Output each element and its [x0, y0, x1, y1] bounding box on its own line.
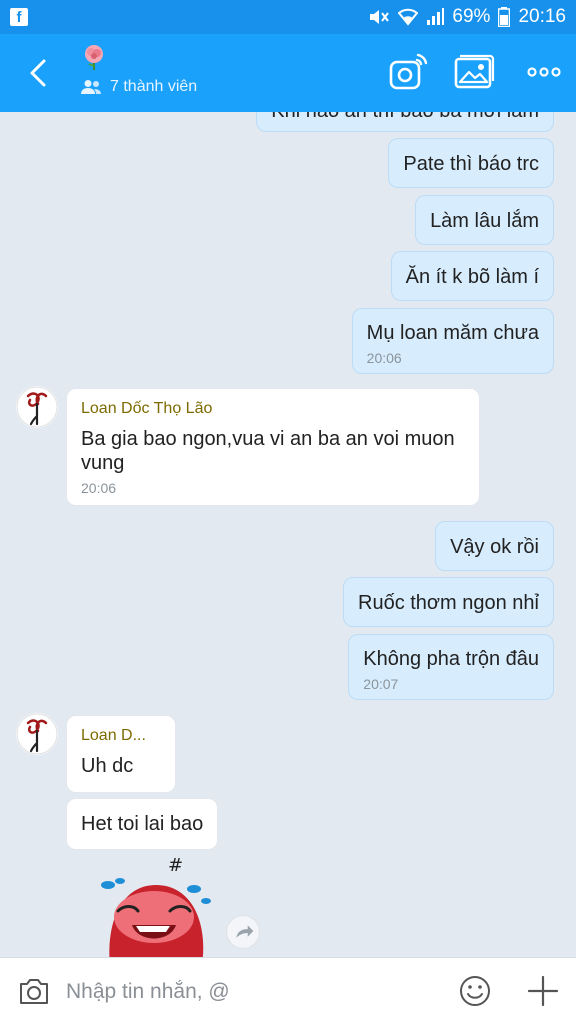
- battery-percent: 69%: [452, 6, 491, 27]
- message-text: Ba gia bao ngon,vua vi an ba an voi muon…: [81, 428, 455, 474]
- message-input[interactable]: [66, 972, 446, 1012]
- message-text: Ăn ít k bõ làm í: [405, 266, 539, 288]
- message-text: Uh dc: [81, 755, 134, 777]
- message-text: Pate thì báo trc: [403, 153, 539, 175]
- outgoing-message[interactable]: Ăn ít k bõ làm í: [390, 251, 554, 301]
- message-text: Mụ loan măm chưa: [366, 322, 539, 344]
- message-list[interactable]: Khi nào ăn thì báo bà mới làm Pate thì b…: [0, 112, 576, 957]
- emoji-icon[interactable]: [458, 974, 492, 1008]
- gallery-icon[interactable]: [452, 50, 496, 94]
- message-text: Khi nào ăn thì báo bà mới làm: [271, 112, 539, 123]
- message-time: 20:06: [81, 480, 117, 496]
- camera-icon[interactable]: [18, 976, 50, 1006]
- message-text: Làm lâu lắm: [430, 210, 539, 232]
- plus-icon[interactable]: [526, 974, 560, 1008]
- sender-name: Loan Dốc Thọ Lão: [81, 400, 213, 417]
- crying-laughing-sticker[interactable]: #: [96, 855, 216, 957]
- message-time: 20:06: [366, 350, 402, 366]
- clock: 20:16: [518, 6, 566, 27]
- facebook-app-icon: f: [10, 8, 28, 26]
- share-icon[interactable]: [226, 915, 260, 949]
- outgoing-message[interactable]: Ruốc thơm ngon nhỉ: [343, 577, 554, 627]
- message-time: 20:07: [363, 676, 399, 692]
- message-text: Het toi lai bao: [81, 813, 204, 835]
- member-count-label: 7 thành viên: [110, 78, 198, 95]
- outgoing-message[interactable]: Không pha trộn đâu 20:07: [348, 634, 554, 700]
- incoming-message[interactable]: Loan Dốc Thọ Lão Ba gia bao ngon,vua vi …: [66, 388, 480, 506]
- more-icon[interactable]: [522, 50, 566, 94]
- outgoing-message[interactable]: Làm lâu lắm: [415, 195, 554, 245]
- status-bar: f 69% 20:16: [0, 0, 576, 34]
- outgoing-message[interactable]: Pate thì báo trc: [388, 138, 554, 188]
- mute-icon: [370, 10, 390, 24]
- message-composer: [0, 957, 576, 1024]
- rose-icon[interactable]: [80, 43, 108, 71]
- incoming-message[interactable]: Het toi lai bao: [66, 798, 219, 850]
- message-text: Không pha trộn đâu: [363, 648, 539, 670]
- message-text: Ruốc thơm ngon nhỉ: [358, 592, 539, 614]
- sender-avatar[interactable]: [16, 386, 58, 428]
- message-text: Vậy ok rồi: [450, 536, 539, 558]
- battery-icon: [498, 7, 511, 27]
- outgoing-message[interactable]: Vậy ok rồi: [435, 521, 554, 571]
- people-icon: [81, 80, 101, 94]
- outgoing-message[interactable]: Khi nào ăn thì báo bà mới làm: [256, 112, 554, 132]
- sender-avatar[interactable]: [16, 713, 58, 755]
- incoming-message[interactable]: Loan D... Uh dc: [66, 715, 176, 793]
- chat-header: 7 thành viên: [0, 34, 576, 112]
- signal-icon: [427, 8, 445, 25]
- back-icon[interactable]: [22, 54, 56, 92]
- svg-text:#: #: [168, 855, 183, 876]
- outgoing-message[interactable]: Mụ loan măm chưa 20:06: [351, 308, 554, 374]
- member-count[interactable]: 7 thành viên: [80, 78, 197, 96]
- sender-name: Loan D...: [81, 727, 146, 744]
- camera-signal-icon[interactable]: [386, 50, 430, 94]
- wifi-icon: [398, 8, 419, 26]
